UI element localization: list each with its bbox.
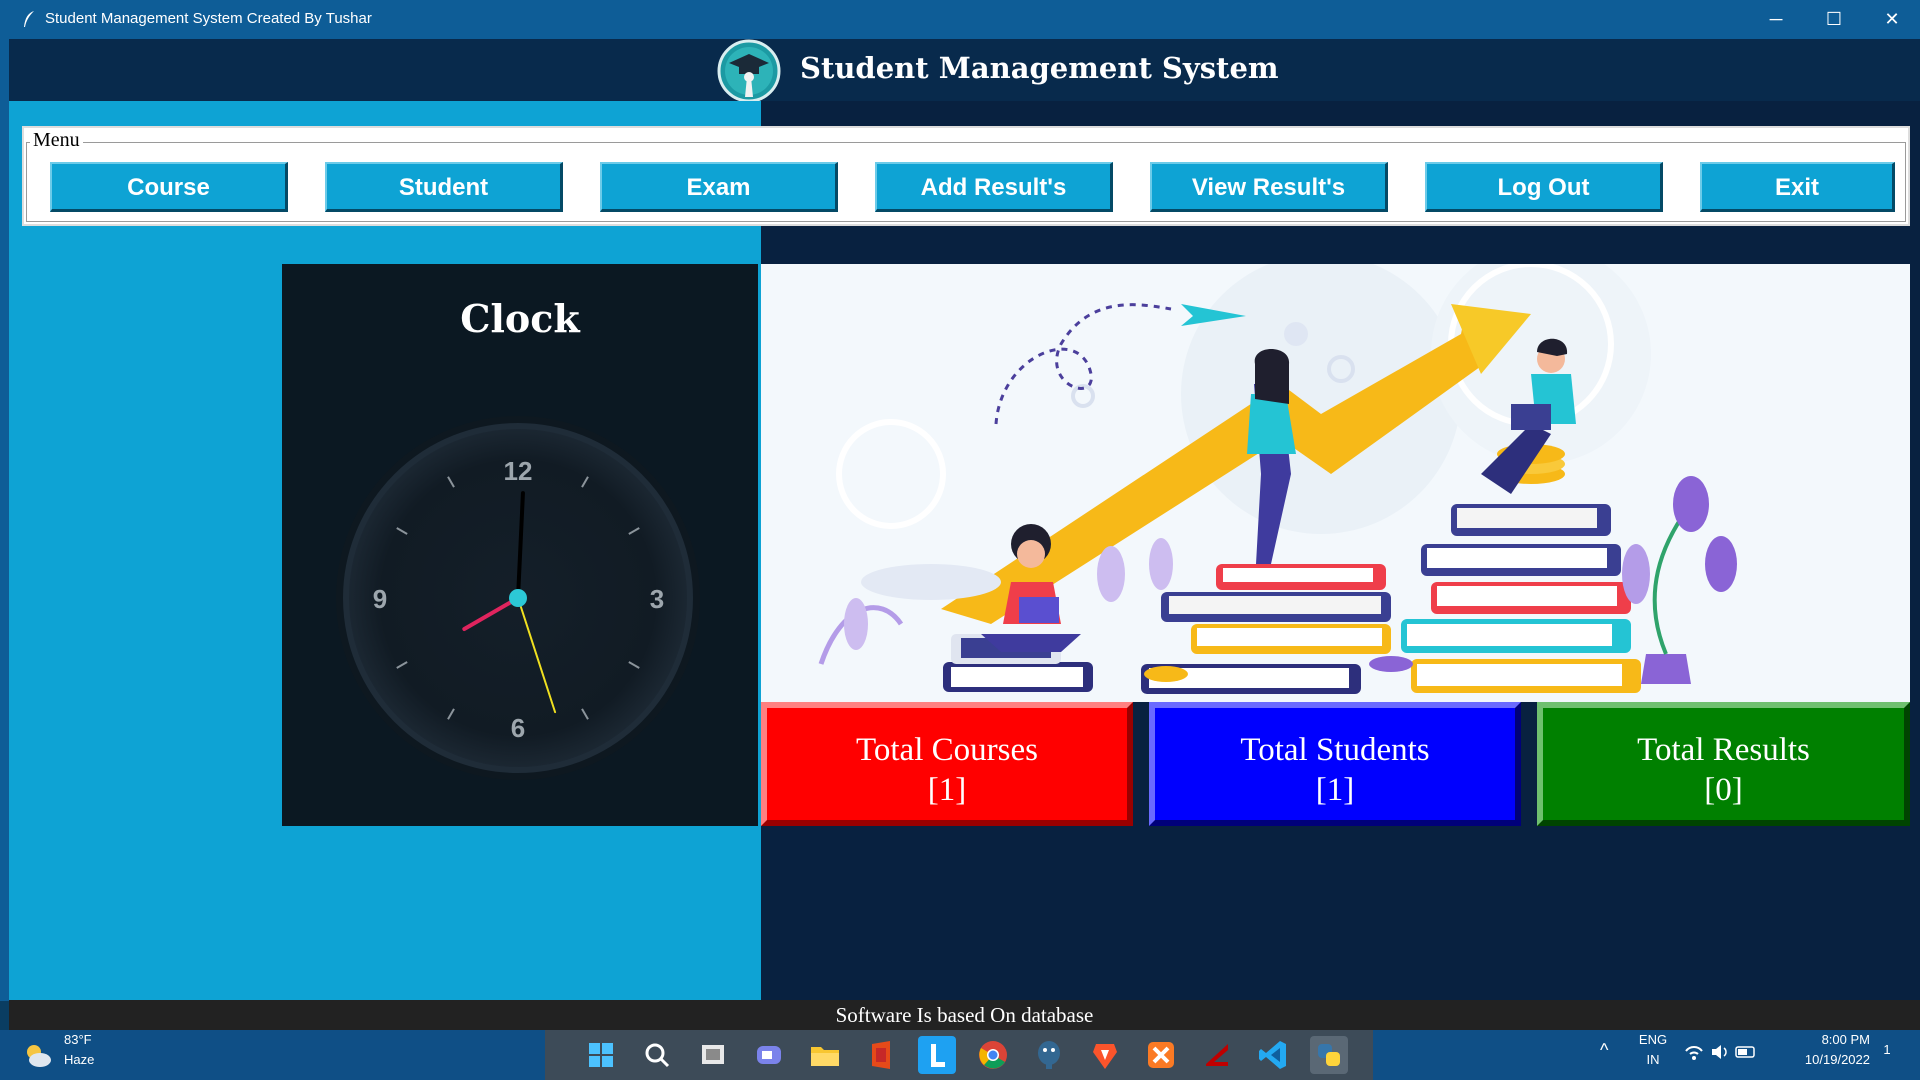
numeral-12: 12 [504,456,533,486]
total-results-label: Total Results [1637,732,1810,768]
windows-start-icon[interactable] [582,1036,620,1074]
volume-icon [1712,1045,1721,1059]
app-title: Student Management System [800,51,1279,85]
weather-condition[interactable]: Haze [64,1052,94,1067]
student-button[interactable]: Student [325,162,563,212]
maximize-button[interactable]: ☐ [1805,0,1863,39]
weather-icon[interactable] [22,1040,54,1070]
window-title: Student Management System Created By Tus… [45,10,372,27]
python-icon[interactable] [1310,1036,1348,1074]
menu-legend: Menu [30,129,83,152]
total-courses-value: [1] [927,772,967,808]
window-titlebar: Student Management System Created By Tus… [0,0,1920,39]
illustration-image [761,244,1910,702]
feather-icon [24,11,34,27]
total-courses-card: Total Courses [1] [761,702,1133,826]
xampp-icon[interactable] [1142,1036,1180,1074]
clock-center-dot [509,589,527,607]
course-button[interactable]: Course [50,162,288,212]
window-frame [0,39,9,1001]
footer-status: Software Is based On database [9,1000,1920,1030]
wifi-icon [1685,1046,1703,1052]
log-out-button[interactable]: Log Out [1425,162,1663,212]
file-explorer-icon[interactable] [806,1036,844,1074]
taskbar-date[interactable]: 10/19/2022 [1780,1052,1870,1067]
office-icon[interactable] [862,1036,900,1074]
total-courses-label: Total Courses [856,732,1038,768]
graduation-logo-icon [717,39,781,103]
l-app-icon[interactable] [918,1036,956,1074]
chrome-icon[interactable] [974,1036,1012,1074]
weather-temperature[interactable]: 83°F [64,1032,92,1047]
growth-illustration [761,244,1910,702]
numeral-6: 6 [511,713,525,743]
teams-chat-icon[interactable] [750,1036,788,1074]
view-results-button[interactable]: View Result's [1150,162,1388,212]
exam-button[interactable]: Exam [600,162,838,212]
total-students-label: Total Students [1240,732,1430,768]
system-tray-icons[interactable] [1684,1041,1764,1063]
total-results-card: Total Results [0] [1537,702,1910,826]
taskbar-time[interactable]: 8:00 PM [1780,1032,1870,1047]
close-button[interactable]: ✕ [1863,0,1920,39]
chevron-up-icon[interactable]: ^ [1600,1040,1608,1061]
clock-panel: Clock 12 3 6 9 [282,264,758,826]
analog-clock: 12 3 6 9 [336,416,700,780]
exit-button[interactable]: Exit [1700,162,1895,212]
total-results-value: [0] [1704,772,1743,808]
total-students-value: [1] [1315,772,1355,808]
search-icon[interactable] [638,1036,676,1074]
language-indicator[interactable]: ENG [1636,1032,1670,1047]
postgresql-icon[interactable] [1030,1036,1068,1074]
filezilla-icon[interactable] [1198,1036,1236,1074]
region-indicator[interactable]: IN [1636,1052,1670,1067]
numeral-3: 3 [650,584,664,614]
vscode-icon[interactable] [1254,1036,1292,1074]
notification-count[interactable]: 1 [1880,1042,1894,1057]
total-students-card: Total Students [1] [1149,702,1521,826]
task-view-icon[interactable] [694,1036,732,1074]
add-results-button[interactable]: Add Result's [875,162,1113,212]
brave-icon[interactable] [1086,1036,1124,1074]
numeral-9: 9 [373,584,387,614]
minimize-button[interactable]: ─ [1747,0,1805,39]
